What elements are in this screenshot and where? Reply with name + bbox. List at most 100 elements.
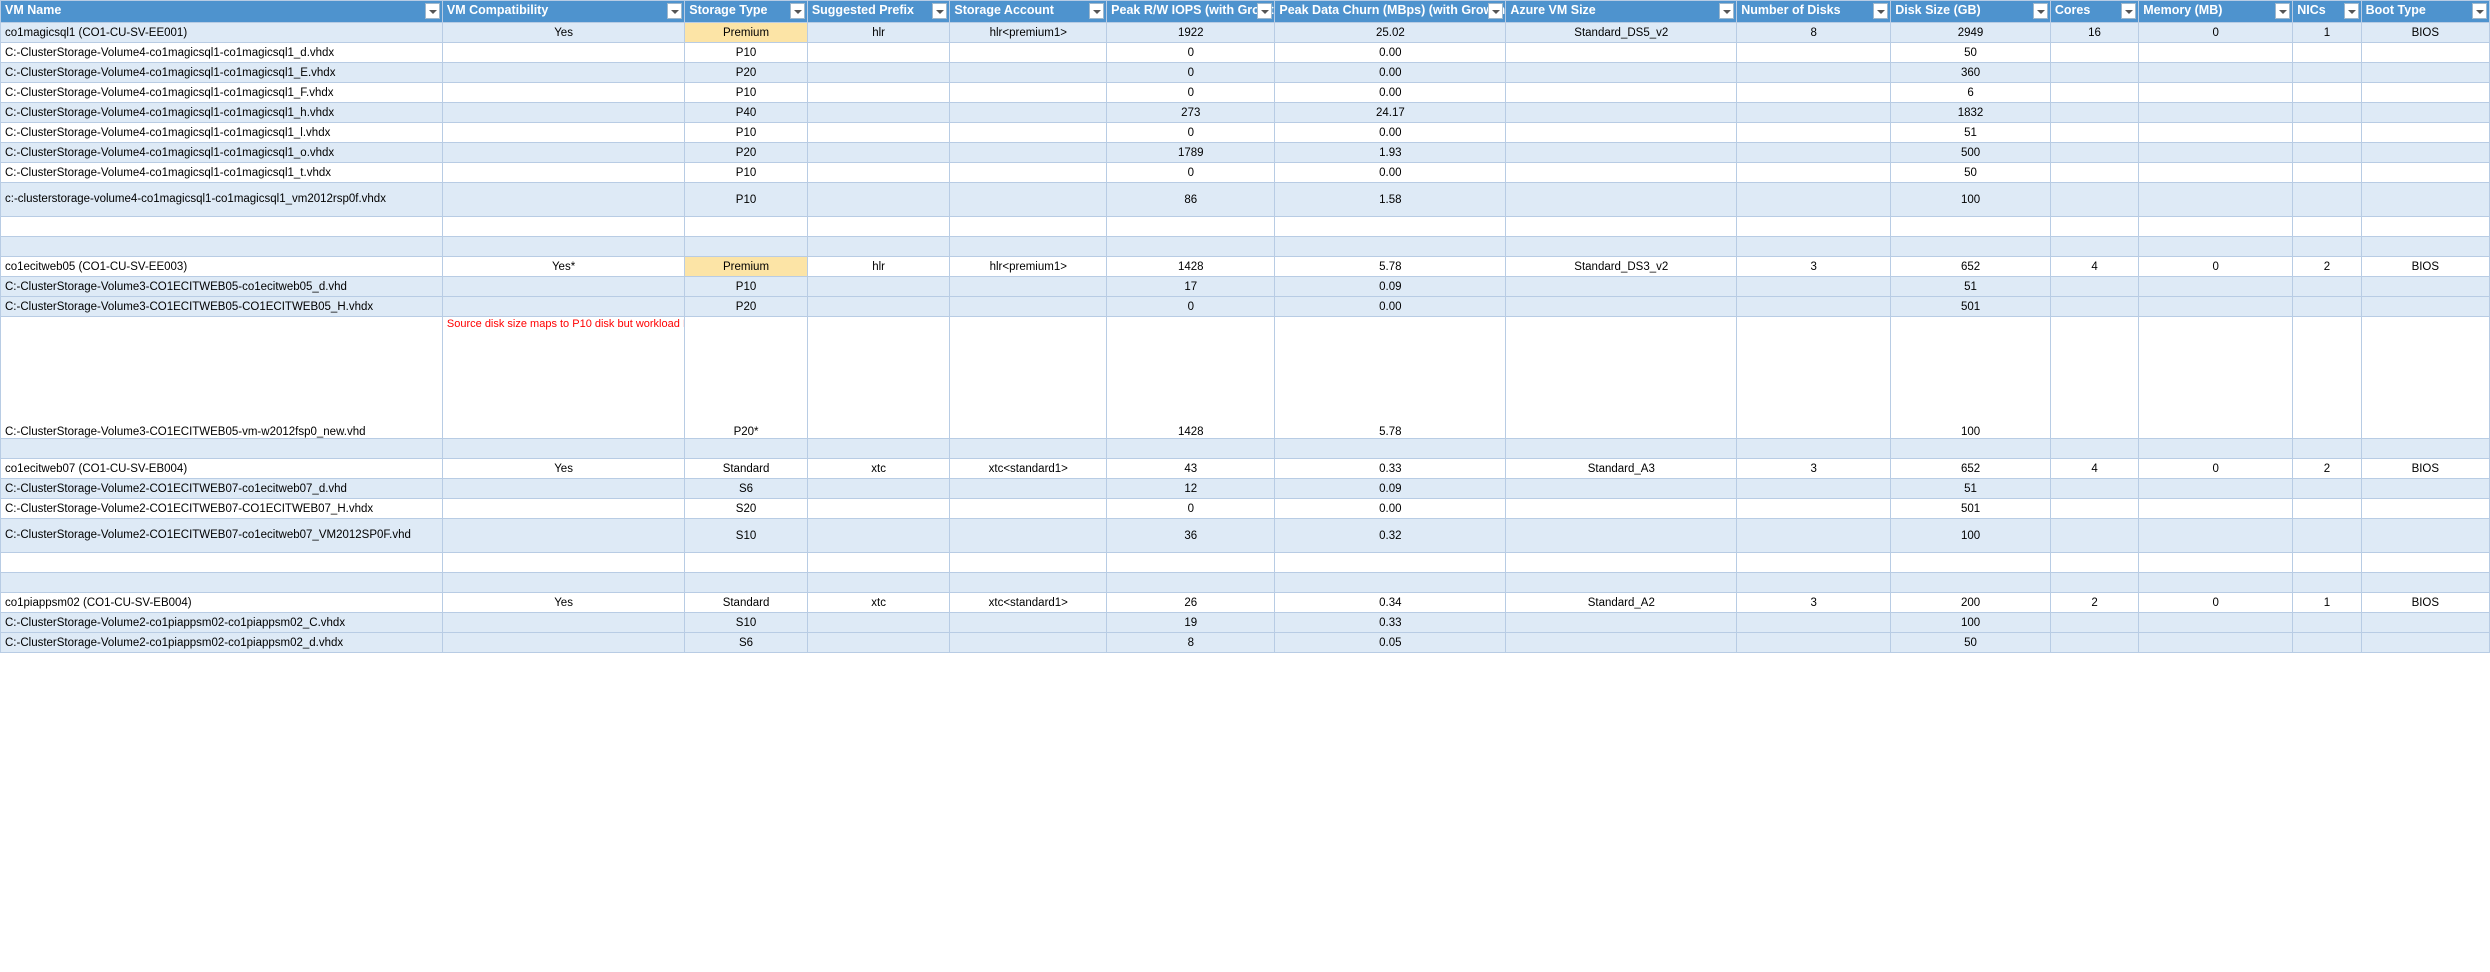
cell-storage_account[interactable] <box>949 82 1108 103</box>
cell-boot_type[interactable] <box>2360 82 2490 103</box>
cell-suggested_prefix[interactable] <box>806 478 951 499</box>
column-header-boot_type[interactable]: Boot Type <box>2360 0 2490 23</box>
filter-dropdown-disk_size[interactable] <box>2032 3 2048 19</box>
cell-nics[interactable]: 1 <box>2292 592 2362 613</box>
table-row[interactable]: C:-ClusterStorage-Volume4-co1magicsql1-c… <box>0 82 2490 103</box>
cell-azure_vm_size[interactable] <box>1505 142 1738 163</box>
cell-peak_churn[interactable]: 0.00 <box>1274 122 1507 143</box>
cell-storage_account[interactable] <box>949 612 1108 633</box>
cell-vm_compatibility[interactable] <box>441 62 686 83</box>
cell-suggested_prefix[interactable] <box>806 276 951 297</box>
cell-azure_vm_size[interactable] <box>1505 612 1738 633</box>
cell-num_disks[interactable] <box>1736 612 1892 633</box>
cell-disk-path[interactable]: C:-ClusterStorage-Volume4-co1magicsql1-c… <box>0 42 443 63</box>
cell-disk_size[interactable]: 100 <box>1890 518 2051 553</box>
cell-storage_type[interactable] <box>684 572 808 593</box>
cell-cores[interactable]: 4 <box>2049 256 2140 277</box>
cell-storage_account[interactable] <box>949 162 1108 183</box>
cell-suggested_prefix[interactable] <box>806 438 951 459</box>
cell-azure_vm_size[interactable] <box>1505 122 1738 143</box>
cell-nics[interactable] <box>2292 518 2362 553</box>
cell-nics[interactable] <box>2292 122 2362 143</box>
cell-suggested_prefix[interactable] <box>806 498 951 519</box>
cell-boot_type[interactable] <box>2360 122 2490 143</box>
cell-storage_account[interactable] <box>949 438 1108 459</box>
cell-memory[interactable]: 0 <box>2138 22 2294 43</box>
cell-peak_churn[interactable] <box>1274 552 1507 573</box>
cell-storage_type[interactable]: Standard <box>684 592 808 613</box>
cell-disk-path[interactable]: C:-ClusterStorage-Volume2-co1piappsm02-c… <box>0 612 443 633</box>
cell-num_disks[interactable] <box>1736 216 1892 237</box>
cell-peak_churn[interactable]: 0.00 <box>1274 162 1507 183</box>
cell-disk_size[interactable]: 2949 <box>1890 22 2051 43</box>
cell-suggested_prefix[interactable] <box>806 552 951 573</box>
cell-memory[interactable]: 0 <box>2138 256 2294 277</box>
column-header-peak_churn[interactable]: Peak Data Churn (MBps) (with Growth Fact… <box>1274 0 1507 23</box>
filter-dropdown-storage_type[interactable] <box>789 3 805 19</box>
cell-memory[interactable] <box>2138 122 2294 143</box>
cell-cores[interactable] <box>2049 102 2140 123</box>
cell-storage_type[interactable]: S10 <box>684 518 808 553</box>
cell-memory[interactable] <box>2138 612 2294 633</box>
cell-storage_account[interactable] <box>949 142 1108 163</box>
cell-cores[interactable] <box>2049 316 2140 439</box>
table-row[interactable] <box>0 236 2490 257</box>
cell-disk_size[interactable]: 51 <box>1890 122 2051 143</box>
cell-azure_vm_size[interactable] <box>1505 276 1738 297</box>
filter-dropdown-num_disks[interactable] <box>1873 3 1889 19</box>
cell-boot_type[interactable] <box>2360 62 2490 83</box>
cell-suggested_prefix[interactable] <box>806 142 951 163</box>
cell-peak_churn[interactable] <box>1274 438 1507 459</box>
cell-cores[interactable] <box>2049 82 2140 103</box>
filter-dropdown-azure_vm_size[interactable] <box>1719 3 1735 19</box>
table-row[interactable]: C:-ClusterStorage-Volume4-co1magicsql1-c… <box>0 62 2490 83</box>
cell-suggested_prefix[interactable] <box>806 296 951 317</box>
cell-boot_type[interactable] <box>2360 296 2490 317</box>
cell-peak_iops[interactable]: 0 <box>1106 162 1276 183</box>
cell-storage_type[interactable]: P10 <box>684 42 808 63</box>
cell-azure_vm_size[interactable]: Standard_A3 <box>1505 458 1738 479</box>
cell-vm_compatibility[interactable] <box>441 552 686 573</box>
cell-storage_type[interactable]: P20* <box>684 316 808 439</box>
cell-vm_compatibility[interactable] <box>441 42 686 63</box>
cell-cores[interactable] <box>2049 142 2140 163</box>
table-row[interactable]: C:-ClusterStorage-Volume3-CO1ECITWEB05-v… <box>0 316 2490 439</box>
cell-azure_vm_size[interactable]: Standard_A2 <box>1505 592 1738 613</box>
cell-cores[interactable] <box>2049 498 2140 519</box>
cell-boot_type[interactable] <box>2360 438 2490 459</box>
cell-num_disks[interactable] <box>1736 276 1892 297</box>
cell-suggested_prefix[interactable] <box>806 62 951 83</box>
cell-vm_compatibility[interactable] <box>441 498 686 519</box>
cell-num_disks[interactable] <box>1736 296 1892 317</box>
cell-suggested_prefix[interactable] <box>806 182 951 217</box>
cell-storage_account[interactable] <box>949 182 1108 217</box>
cell-memory[interactable] <box>2138 236 2294 257</box>
cell-peak_iops[interactable]: 43 <box>1106 458 1276 479</box>
cell-memory[interactable] <box>2138 552 2294 573</box>
cell-peak_iops[interactable]: 1428 <box>1106 256 1276 277</box>
cell-storage_type[interactable]: P20 <box>684 62 808 83</box>
cell-cores[interactable] <box>2049 162 2140 183</box>
cell-disk_size[interactable]: 100 <box>1890 316 2051 439</box>
cell-cores[interactable]: 16 <box>2049 22 2140 43</box>
cell-vm_compatibility[interactable] <box>441 518 686 553</box>
filter-dropdown-memory[interactable] <box>2275 3 2291 19</box>
cell-suggested_prefix[interactable] <box>806 122 951 143</box>
cell-num_disks[interactable] <box>1736 552 1892 573</box>
cell-peak_iops[interactable]: 0 <box>1106 498 1276 519</box>
cell-storage_account[interactable] <box>949 572 1108 593</box>
table-row[interactable]: co1ecitweb05 (CO1-CU-SV-EE003) Yes* Premiu… <box>0 256 2490 277</box>
cell-peak_iops[interactable]: 86 <box>1106 182 1276 217</box>
cell-peak_iops[interactable] <box>1106 438 1276 459</box>
cell-peak_iops[interactable]: 0 <box>1106 122 1276 143</box>
cell-disk_size[interactable] <box>1890 552 2051 573</box>
cell-vm_compatibility[interactable] <box>441 182 686 217</box>
cell-peak_churn[interactable]: 0.09 <box>1274 478 1507 499</box>
filter-dropdown-boot_type[interactable] <box>2472 3 2487 19</box>
cell-azure_vm_size[interactable] <box>1505 102 1738 123</box>
cell-disk-path[interactable]: C:-ClusterStorage-Volume2-CO1ECITWEB07-c… <box>0 518 443 553</box>
cell-num_disks[interactable] <box>1736 572 1892 593</box>
cell-peak_iops[interactable] <box>1106 572 1276 593</box>
cell-peak_churn[interactable]: 0.34 <box>1274 592 1507 613</box>
cell-memory[interactable] <box>2138 42 2294 63</box>
